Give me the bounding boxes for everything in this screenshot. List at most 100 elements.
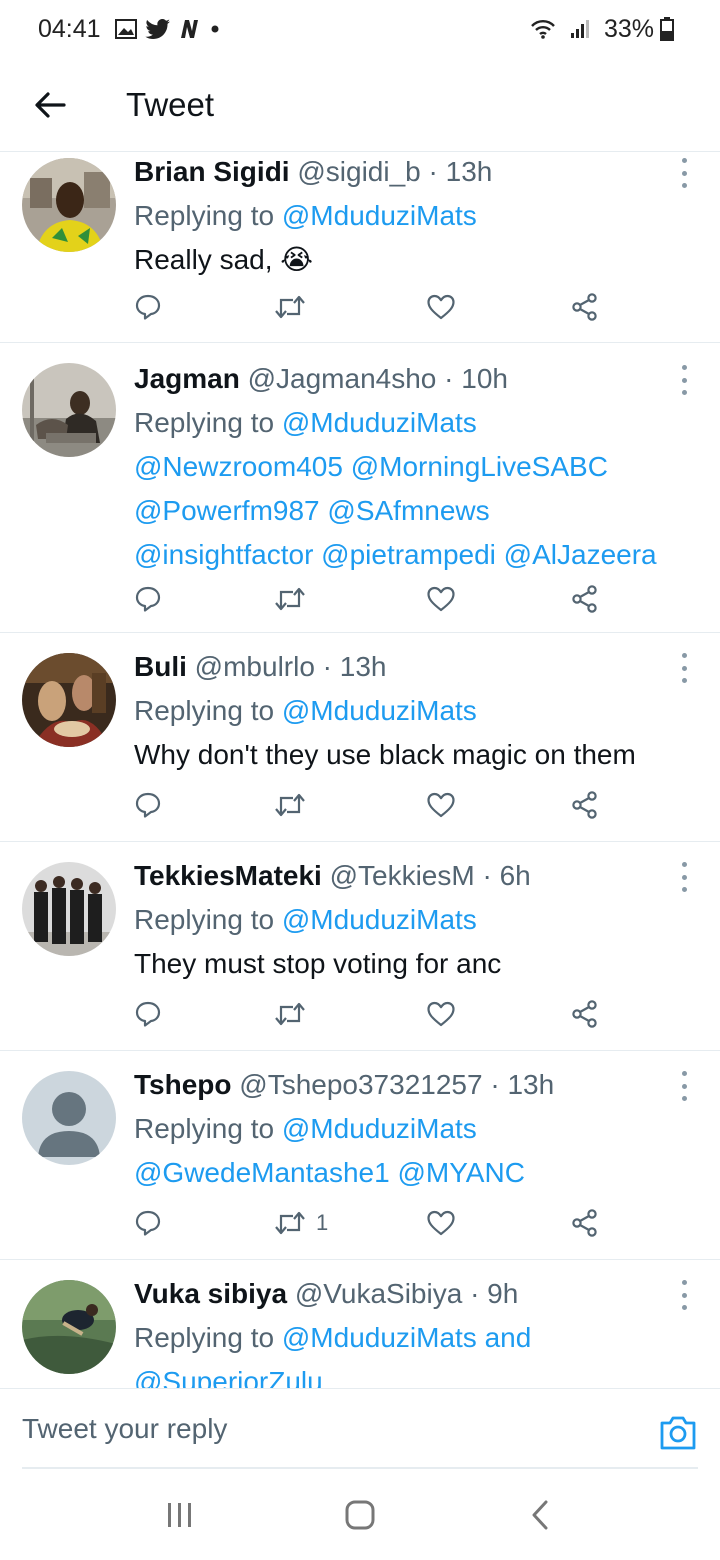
camera-icon (660, 1416, 696, 1450)
author-handle-time[interactable]: @Jagman4sho · 10h (248, 363, 508, 394)
author-handle-time[interactable]: @Tshepo37321257 · 13h (239, 1069, 554, 1100)
tweet-reply[interactable]: Buli @mbulrlo · 13h Replying to @Mduduzi… (0, 633, 720, 842)
tweet-header: Vuka sibiya @VukaSibiya · 9h (134, 1272, 700, 1316)
back-button[interactable] (0, 58, 96, 152)
share-icon (570, 1208, 600, 1238)
share-icon (570, 292, 600, 322)
retweet-button[interactable] (274, 994, 316, 1034)
more-options-button[interactable] (674, 653, 694, 683)
mention-link[interactable]: @Powerfm987 @SAfmnews (134, 489, 700, 533)
more-options-button[interactable] (674, 1280, 694, 1310)
mention-link[interactable]: @MduduziMats (282, 407, 477, 438)
author-handle-time[interactable]: @TekkiesM · 6h (330, 860, 531, 891)
tweet-text: Really sad, 😭 (134, 238, 700, 282)
author-name[interactable]: Brian Sigidi (134, 156, 290, 187)
replying-prefix: Replying to (134, 1113, 275, 1144)
retweet-button[interactable] (274, 785, 316, 825)
mention-link[interactable]: @MduduziMats (282, 200, 477, 231)
author-handle-time[interactable]: @mbulrlo · 13h (195, 651, 387, 682)
like-button[interactable] (426, 1203, 456, 1243)
author-name[interactable]: Buli (134, 651, 187, 682)
share-button[interactable] (570, 287, 600, 327)
mention-link[interactable]: @MduduziMats (282, 695, 477, 726)
mention-link[interactable]: @MduduziMats (282, 1113, 477, 1144)
reply-button[interactable] (134, 287, 162, 327)
tweet-body: Why don't they use black magic on them (134, 739, 636, 770)
avatar[interactable] (22, 363, 116, 457)
retweet-icon (274, 1209, 306, 1237)
replying-to: Replying to @MduduziMats (134, 1107, 700, 1151)
reply-button[interactable] (134, 1203, 162, 1243)
system-navigation-bar (0, 1470, 720, 1560)
more-options-button[interactable] (674, 862, 694, 892)
reply-input[interactable]: Tweet your reply (22, 1389, 622, 1469)
battery-percent: 33% (603, 14, 654, 43)
more-options-button[interactable] (674, 158, 694, 188)
tweet-header: Tshepo @Tshepo37321257 · 13h (134, 1063, 700, 1107)
avatar[interactable] (22, 1280, 116, 1374)
camera-button[interactable] (658, 1413, 698, 1453)
avatar[interactable] (22, 158, 116, 252)
system-back-button[interactable] (510, 1485, 570, 1545)
share-button[interactable] (570, 994, 600, 1034)
tweet-reply[interactable]: Tshepo @Tshepo37321257 · 13h Replying to… (0, 1051, 720, 1260)
author-name[interactable]: Tshepo (134, 1069, 231, 1100)
tweet-reply[interactable]: Vuka sibiya @VukaSibiya · 9h Replying to… (0, 1260, 720, 1388)
author-name[interactable]: Vuka sibiya (134, 1278, 287, 1309)
tweet-actions (134, 994, 614, 1034)
mention-link[interactable]: @insightfactor @pietrampedi @AlJazeera (134, 533, 700, 577)
mention-link[interactable]: @GwedeMantashe1 @MYANC (134, 1151, 700, 1195)
replying-prefix: Replying to (134, 407, 275, 438)
retweet-button[interactable] (274, 579, 316, 619)
mention-link[interactable]: @MduduziMats (282, 904, 477, 935)
more-vertical-icon (681, 158, 687, 163)
tweet-actions (134, 287, 614, 327)
tweet-reply[interactable]: Jagman @Jagman4sho · 10h Replying to @Md… (0, 343, 720, 633)
tweet-header: Brian Sigidi @sigidi_b · 13h (134, 153, 700, 194)
heart-icon (426, 1209, 456, 1237)
retweet-icon (274, 293, 306, 321)
retweet-button[interactable] (274, 287, 316, 327)
more-vertical-icon (681, 365, 687, 370)
tweet-reply[interactable]: Brian Sigidi @sigidi_b · 13h Replying to… (0, 153, 720, 343)
twitter-notification-icon (144, 19, 171, 39)
mention-link[interactable]: @MduduziMats and (282, 1322, 531, 1353)
heart-icon (426, 1000, 456, 1028)
reply-button[interactable] (134, 785, 162, 825)
reply-button[interactable] (134, 579, 162, 619)
avatar[interactable] (22, 1071, 116, 1165)
avatar[interactable] (22, 653, 116, 747)
tweet-header: Buli @mbulrlo · 13h (134, 645, 700, 689)
recent-apps-button[interactable] (150, 1485, 210, 1545)
heart-icon (426, 791, 456, 819)
more-options-button[interactable] (674, 365, 694, 395)
author-name[interactable]: Jagman (134, 363, 240, 394)
recent-apps-icon (168, 1503, 191, 1527)
like-button[interactable] (426, 994, 456, 1034)
like-button[interactable] (426, 287, 456, 327)
author-name[interactable]: TekkiesMateki (134, 860, 322, 891)
comment-icon (134, 293, 162, 321)
retweet-count: 1 (316, 1210, 329, 1235)
replying-prefix: Replying to (134, 904, 275, 935)
mention-link[interactable]: @SuperiorZulu (134, 1360, 700, 1388)
author-handle-time[interactable]: @sigidi_b · 13h (297, 156, 492, 187)
share-button[interactable] (570, 785, 600, 825)
author-handle-time[interactable]: @VukaSibiya · 9h (295, 1278, 519, 1309)
share-button[interactable] (570, 579, 600, 619)
replies-feed[interactable]: Brian Sigidi @sigidi_b · 13h Replying to… (0, 153, 720, 1388)
mention-link[interactable]: @Newzroom405 @MorningLiveSABC (134, 445, 700, 489)
share-icon (570, 999, 600, 1029)
reply-button[interactable] (134, 994, 162, 1034)
more-options-button[interactable] (674, 1071, 694, 1101)
avatar[interactable] (22, 862, 116, 956)
like-button[interactable] (426, 785, 456, 825)
tweet-reply[interactable]: TekkiesMateki @TekkiesM · 6h Replying to… (0, 842, 720, 1051)
like-button[interactable] (426, 579, 456, 619)
tweet-header: Jagman @Jagman4sho · 10h (134, 357, 700, 401)
comment-icon (134, 585, 162, 613)
home-button[interactable] (330, 1485, 390, 1545)
retweet-button[interactable]: 1 (274, 1203, 328, 1243)
reply-composer: Tweet your reply (0, 1388, 720, 1469)
share-button[interactable] (570, 1203, 600, 1243)
